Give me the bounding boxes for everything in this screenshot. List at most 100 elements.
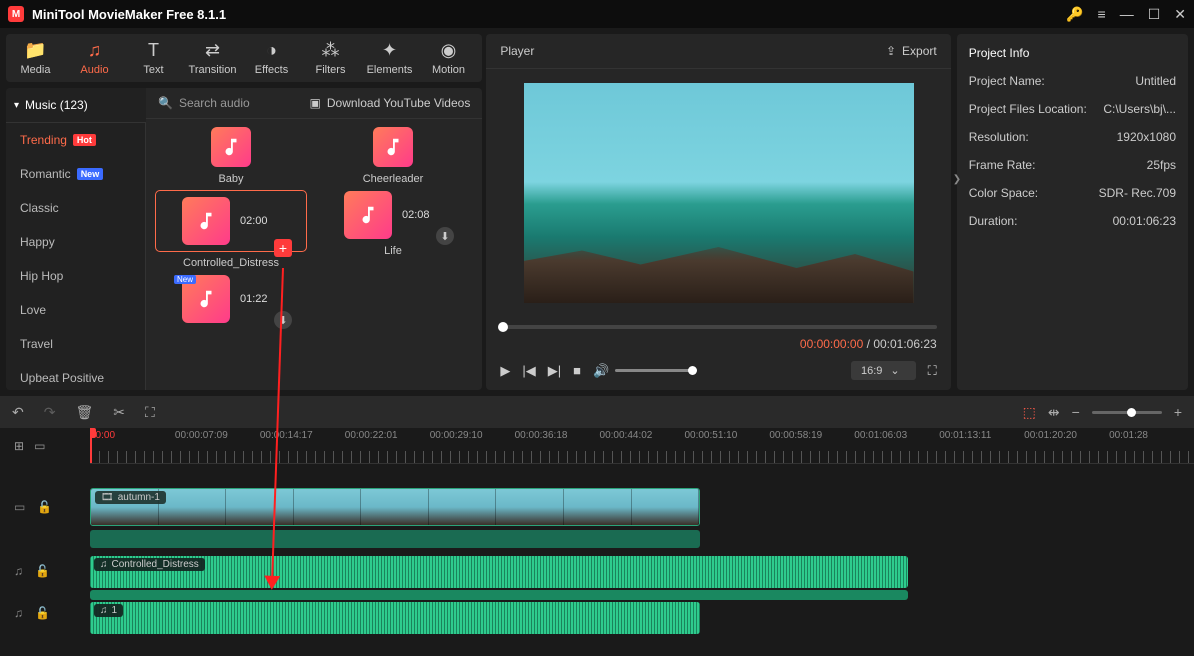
chevron-down-icon: ▾ bbox=[14, 100, 19, 111]
volume-icon[interactable]: 🔊 bbox=[593, 363, 609, 379]
info-value: 00:01:06:23 bbox=[1113, 214, 1176, 228]
lock-icon[interactable]: 🔓 bbox=[35, 606, 50, 620]
sidebar-item-romantic[interactable]: RomanticNew bbox=[6, 157, 145, 191]
sidebar-item-trending[interactable]: TrendingHot bbox=[6, 123, 145, 157]
category-label: Classic bbox=[20, 201, 59, 215]
sidebar-item-love[interactable]: Love bbox=[6, 293, 145, 327]
sidebar-item-hip-hop[interactable]: Hip Hop bbox=[6, 259, 145, 293]
project-info-row: Project Name:Untitled bbox=[969, 74, 1176, 88]
tool-tab-filters[interactable]: ⁂Filters bbox=[301, 40, 360, 76]
video-preview[interactable] bbox=[524, 83, 914, 303]
close-button[interactable]: ✕ bbox=[1174, 6, 1186, 23]
download-youtube-button[interactable]: ▣ Download YouTube Videos bbox=[310, 96, 471, 110]
sidebar-item-classic[interactable]: Classic bbox=[6, 191, 145, 225]
add-to-timeline-button[interactable]: + bbox=[274, 239, 292, 257]
track-options-button[interactable]: ▭ bbox=[34, 439, 45, 453]
tool-label: Media bbox=[21, 64, 51, 76]
audio-thumbnail bbox=[373, 127, 413, 167]
duration-label: 02:08 bbox=[402, 209, 442, 221]
zoom-out-button[interactable]: − bbox=[1072, 404, 1080, 420]
info-value: Untitled bbox=[1135, 74, 1176, 88]
tool-tab-audio[interactable]: ♫Audio bbox=[65, 40, 124, 76]
playhead[interactable] bbox=[90, 428, 92, 463]
download-button[interactable]: ⬇ bbox=[436, 227, 454, 245]
info-value: 1920x1080 bbox=[1117, 130, 1176, 144]
delete-button[interactable]: 🗑 bbox=[75, 404, 93, 421]
audio-track-2[interactable]: ♫1 bbox=[90, 600, 1194, 642]
search-audio[interactable]: 🔍 Search audio bbox=[158, 96, 310, 110]
audio-card[interactable]: New01:22⬇ bbox=[156, 275, 306, 329]
transition-icon: ⇄ bbox=[205, 40, 220, 60]
fit-button[interactable]: ⇹ bbox=[1048, 404, 1060, 421]
audio-card[interactable]: 02:00+Controlled_Distress bbox=[156, 191, 306, 269]
lock-icon[interactable]: 🔓 bbox=[37, 500, 52, 514]
maximize-button[interactable]: ☐ bbox=[1148, 6, 1161, 23]
next-frame-button[interactable]: ▶| bbox=[548, 363, 561, 379]
category-label: Travel bbox=[20, 337, 53, 351]
duration-label: 02:00 bbox=[240, 215, 280, 227]
split-button[interactable]: ✂ bbox=[113, 404, 125, 421]
current-time: 00:00:00:00 bbox=[800, 337, 863, 351]
minimize-button[interactable]: — bbox=[1120, 6, 1134, 22]
play-button[interactable]: ▶ bbox=[500, 363, 510, 379]
sidebar-item-happy[interactable]: Happy bbox=[6, 225, 145, 259]
tool-tab-transition[interactable]: ⇄Transition bbox=[183, 40, 242, 76]
duration-label: 01:22 bbox=[240, 293, 280, 305]
volume-handle[interactable] bbox=[688, 366, 697, 375]
tool-label: Text bbox=[143, 64, 163, 76]
scrub-handle[interactable] bbox=[498, 322, 508, 332]
volume-slider[interactable] bbox=[615, 369, 695, 372]
tool-tab-text[interactable]: TText bbox=[124, 40, 183, 76]
motion-icon: ◉ bbox=[441, 40, 457, 60]
scrubber[interactable] bbox=[500, 325, 936, 329]
redo-button[interactable]: ↷ bbox=[44, 404, 56, 421]
tool-label: Motion bbox=[432, 64, 465, 76]
time-ruler[interactable]: 00:0000:00:07:0900:00:14:1700:00:22:0100… bbox=[90, 428, 1194, 464]
magnet-button[interactable]: ⬚ bbox=[1023, 404, 1036, 421]
audio-track-icon[interactable]: ♫ bbox=[14, 606, 23, 620]
tool-tab-elements[interactable]: ✦Elements bbox=[360, 40, 419, 76]
sidebar-header[interactable]: ▾ Music (123) bbox=[6, 88, 146, 123]
tool-tab-motion[interactable]: ◉ Motion bbox=[419, 40, 478, 76]
fullscreen-button[interactable]: ⛶ bbox=[928, 363, 937, 379]
tool-tab-media[interactable]: 📁Media bbox=[6, 40, 65, 76]
video-track-icon[interactable]: ▭ bbox=[14, 500, 25, 514]
project-info-row: Color Space:SDR- Rec.709 bbox=[969, 186, 1176, 200]
audio-track-icon[interactable]: ♫ bbox=[14, 564, 23, 578]
aspect-value: 16:9 bbox=[861, 365, 882, 377]
audio-track-1[interactable]: ♫Controlled_Distress bbox=[90, 554, 1194, 596]
menu-icon[interactable]: ≡ bbox=[1098, 6, 1106, 22]
clip-name: Controlled_Distress bbox=[112, 559, 199, 570]
collapse-panel-button[interactable]: ❯ bbox=[953, 174, 961, 185]
aspect-ratio-select[interactable]: 16:9 ⌄ bbox=[851, 361, 916, 380]
zoom-handle[interactable] bbox=[1127, 408, 1136, 417]
audio-card[interactable]: 02:08⬇Life bbox=[318, 191, 468, 269]
category-label: Romantic bbox=[20, 167, 71, 181]
audio-card[interactable]: Baby bbox=[156, 127, 306, 185]
zoom-slider[interactable] bbox=[1092, 411, 1162, 414]
zoom-in-button[interactable]: + bbox=[1174, 404, 1182, 420]
lock-icon[interactable]: 🔓 bbox=[35, 564, 50, 578]
audio-thumbnail bbox=[344, 191, 392, 239]
player-panel: Player ⇪ Export 00:00:00:00 / 00:01:06:2… bbox=[486, 34, 950, 390]
add-track-button[interactable]: ⊞ bbox=[14, 439, 24, 453]
sidebar-item-travel[interactable]: Travel bbox=[6, 327, 145, 361]
sidebar-item-upbeat-positive[interactable]: Upbeat Positive bbox=[6, 361, 145, 390]
tool-tab-effects[interactable]: ◑Effects bbox=[242, 40, 301, 76]
category-label: Hip Hop bbox=[20, 269, 63, 283]
audio-card[interactable]: Cheerleader bbox=[318, 127, 468, 185]
download-button[interactable]: ⬇ bbox=[274, 311, 292, 329]
prev-frame-button[interactable]: |◀ bbox=[522, 363, 535, 379]
info-key: Duration: bbox=[969, 214, 1018, 228]
video-track[interactable]: 🎞autumn-1 bbox=[90, 486, 1194, 528]
audio-clip[interactable]: ♫1 bbox=[90, 602, 700, 634]
stop-button[interactable]: ■ bbox=[573, 363, 581, 378]
project-info-title: Project Info bbox=[969, 46, 1176, 60]
audio-clip[interactable]: ♫Controlled_Distress bbox=[90, 556, 908, 588]
crop-button[interactable]: ⛶ bbox=[145, 404, 155, 421]
category-label: Love bbox=[20, 303, 46, 317]
export-button[interactable]: ⇪ Export bbox=[886, 44, 937, 58]
undo-button[interactable]: ↶ bbox=[12, 404, 24, 421]
video-clip[interactable]: 🎞autumn-1 bbox=[90, 488, 700, 526]
upgrade-key-icon[interactable]: 🔑 bbox=[1066, 6, 1083, 23]
